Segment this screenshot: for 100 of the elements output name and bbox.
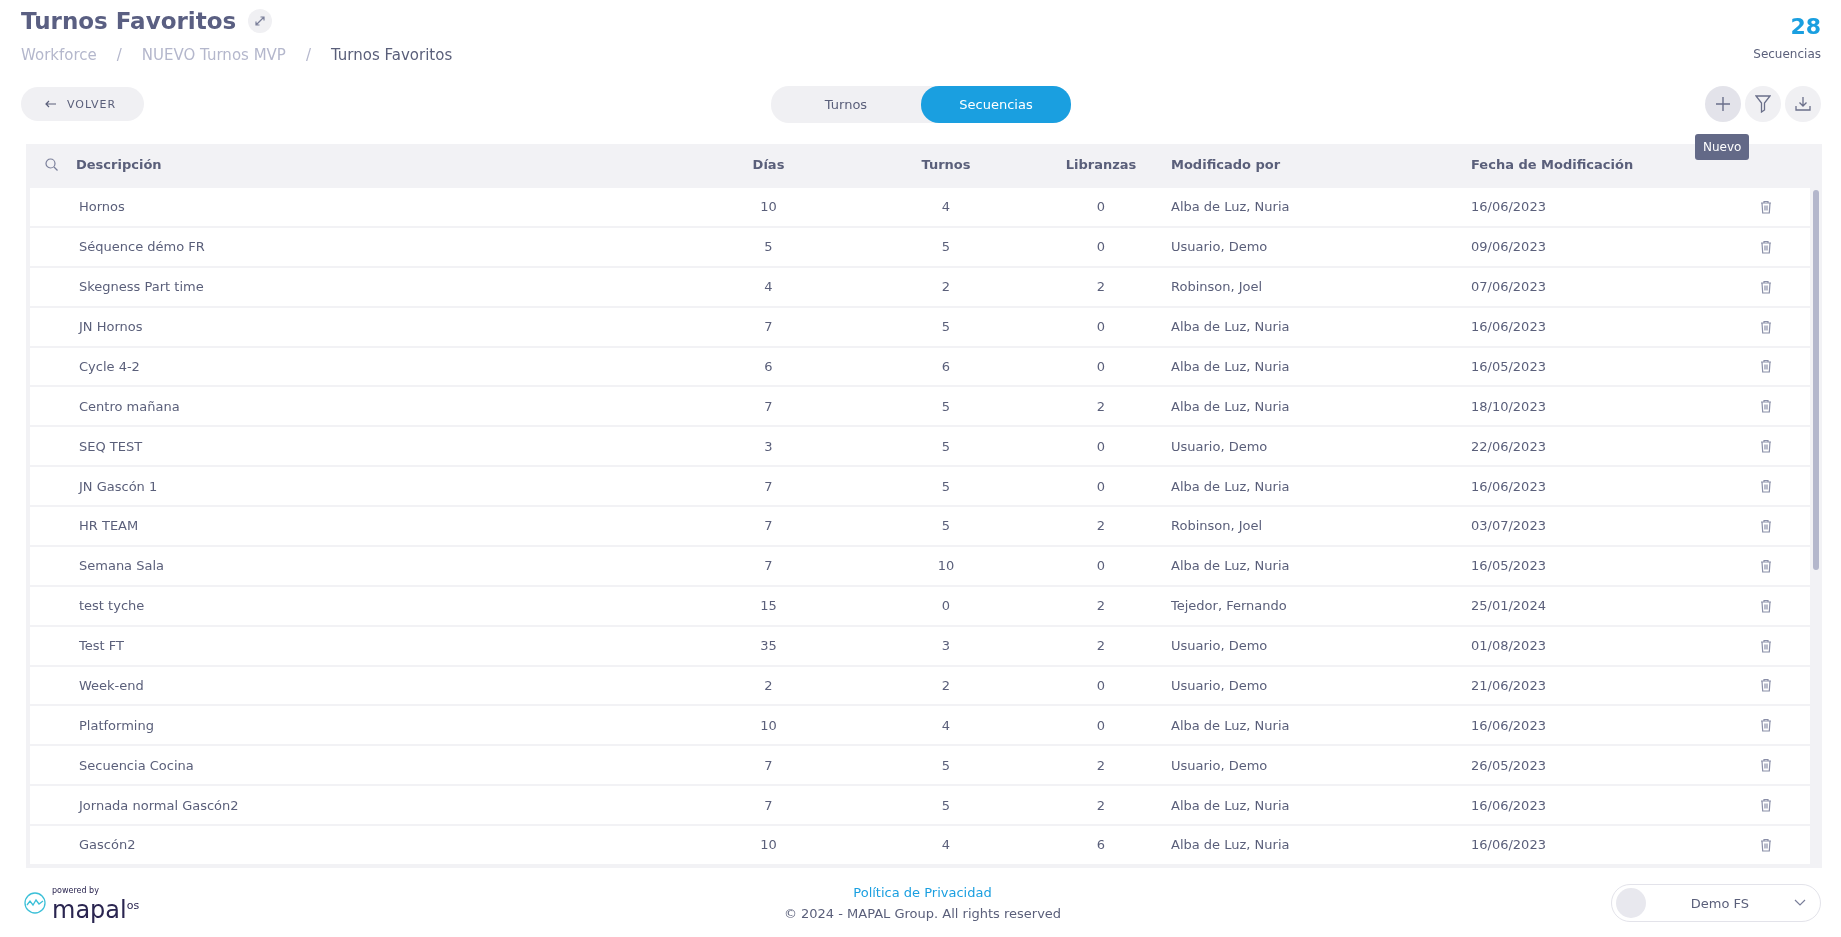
table-cell-text: 5 (763, 239, 774, 255)
table-cell-text: 16/06/2023 (1471, 478, 1547, 494)
filter-icon (1755, 95, 1771, 113)
column-header[interactable]: Turnos (861, 156, 1031, 172)
table-cell-text: 26/05/2023 (1471, 757, 1547, 773)
table-cell-text: 7 (763, 757, 774, 773)
trash-icon[interactable] (1759, 758, 1772, 773)
breadcrumb-separator: / (116, 46, 122, 64)
brand-logo: mapal$^{os}$ (52, 895, 140, 921)
trash-icon[interactable] (1759, 718, 1772, 733)
table-cell-text: 07/06/2023 (1471, 279, 1547, 295)
column-header[interactable]: Descripción (76, 156, 676, 172)
table-cell-text: 0 (1095, 239, 1107, 255)
table-cell-text: Cycle 4-2 (78, 358, 141, 374)
table-cell-text: 2 (940, 677, 952, 693)
download-button[interactable] (1785, 86, 1821, 122)
trash-icon[interactable] (1759, 558, 1772, 573)
table-cell-text: 2 (1095, 279, 1107, 295)
table-cell-text: 5 (940, 478, 952, 494)
table-cell-text: 16/06/2023 (1471, 717, 1547, 733)
trash-icon[interactable] (1759, 638, 1772, 653)
trash-icon[interactable] (1759, 199, 1772, 214)
table-cell-text: 0 (1095, 358, 1107, 374)
table-cell-text: Alba de Luz, Nuria (1171, 797, 1291, 813)
table-cell-text: Skegness Part time (78, 279, 205, 295)
table-cell-text: 10 (759, 199, 778, 215)
table-cell-text: Alba de Luz, Nuria (1171, 717, 1291, 733)
table-cell-text: Secuencia Cocina (78, 757, 195, 773)
count-label: Secuencias (1753, 47, 1821, 61)
table-cell-text: Gascón2 (78, 837, 137, 853)
table-cell-text: 5 (940, 319, 952, 335)
table-cell-text: Séquence démo FR (78, 239, 206, 255)
table-cell-text: Robinson, Joel (1171, 518, 1264, 534)
table-cell-text: 0 (1095, 717, 1107, 733)
table-cell-text: 2 (763, 677, 774, 693)
trash-icon[interactable] (1759, 359, 1772, 374)
trash-icon[interactable] (1759, 239, 1772, 254)
table-cell-text: Centro mañana (78, 398, 181, 414)
table-cell-text: Test FT (78, 638, 125, 654)
table-cell-text: 3 (763, 438, 774, 454)
table-cell-text: JN Hornos (77, 319, 144, 335)
page-title: Turnos Favoritos (21, 8, 237, 34)
table-cell-text: Hornos (78, 199, 126, 215)
search-icon[interactable] (44, 157, 58, 171)
table-cell-text: 16/05/2023 (1471, 358, 1547, 374)
trash-icon[interactable] (1759, 479, 1772, 494)
table-cell-text: 5 (940, 797, 952, 813)
table-cell-text: 16/06/2023 (1471, 199, 1547, 215)
privacy-link[interactable]: Política de Privacidad (853, 885, 992, 900)
table-cell-text: Week-end (78, 677, 145, 693)
table-cell-text: test tyche (78, 598, 146, 614)
expand-icon[interactable] (248, 9, 273, 33)
table-cell-text: 5 (940, 239, 952, 255)
column-header[interactable]: Modificado por (1171, 156, 1471, 172)
filter-button[interactable] (1745, 86, 1781, 122)
back-arrow-icon (45, 100, 57, 108)
table-cell-text: 6 (763, 358, 774, 374)
column-header[interactable]: Libranzas (1031, 156, 1171, 172)
table-cell-text: 10 (936, 558, 956, 574)
trash-icon[interactable] (1759, 518, 1772, 533)
trash-icon[interactable] (1759, 678, 1772, 693)
trash-icon[interactable] (1759, 837, 1772, 852)
table-cell-text: Alba de Luz, Nuria (1171, 398, 1291, 414)
table-cell-text: 2 (1095, 518, 1107, 534)
table-cell-text: 0 (1095, 677, 1107, 693)
table-cell-text: 7 (763, 558, 774, 574)
table-cell-text: JN Gascón 1 (77, 478, 159, 494)
chevron-down-icon (1794, 899, 1806, 907)
trash-icon[interactable] (1759, 279, 1772, 294)
view-tab[interactable]: Turnos (771, 85, 921, 123)
add-button[interactable] (1705, 86, 1741, 122)
scrollbar[interactable] (1813, 190, 1819, 570)
account-selector[interactable]: Demo FS (1611, 884, 1821, 922)
table-cell-text: 5 (940, 438, 952, 454)
trash-icon[interactable] (1759, 439, 1772, 454)
table-cell-text: 09/06/2023 (1471, 239, 1547, 255)
table-cell-text: 0 (1095, 199, 1107, 215)
trash-icon[interactable] (1759, 798, 1772, 813)
table-cell-text: 15 (759, 598, 778, 614)
table-cell-text: 21/06/2023 (1471, 677, 1547, 693)
table-cell-text: 01/08/2023 (1471, 638, 1547, 654)
table-cell-text: 16/05/2023 (1471, 558, 1547, 574)
table-cell-text: 5 (940, 518, 952, 534)
table-cell-text: 6 (940, 358, 952, 374)
tooltip: Nuevo (1695, 134, 1750, 160)
trash-icon[interactable] (1759, 399, 1772, 414)
back-button[interactable]: VOLVER (21, 87, 145, 121)
table-cell-text: 2 (1095, 797, 1107, 813)
column-header[interactable]: Días (676, 156, 861, 172)
table-cell-text: 16/06/2023 (1471, 319, 1547, 335)
trash-icon[interactable] (1759, 319, 1772, 334)
table-cell-text: 0 (1095, 319, 1107, 335)
table-cell-text: Usuario, Demo (1171, 239, 1269, 255)
view-tab[interactable]: Secuencias (921, 85, 1071, 123)
table-cell-text: 2 (1095, 757, 1107, 773)
table-cell-text: Alba de Luz, Nuria (1171, 358, 1291, 374)
table-cell-text: Robinson, Joel (1171, 279, 1264, 295)
table-cell-text: SEQ TEST (78, 438, 144, 454)
trash-icon[interactable] (1759, 598, 1772, 613)
table-cell-text: Alba de Luz, Nuria (1171, 478, 1291, 494)
